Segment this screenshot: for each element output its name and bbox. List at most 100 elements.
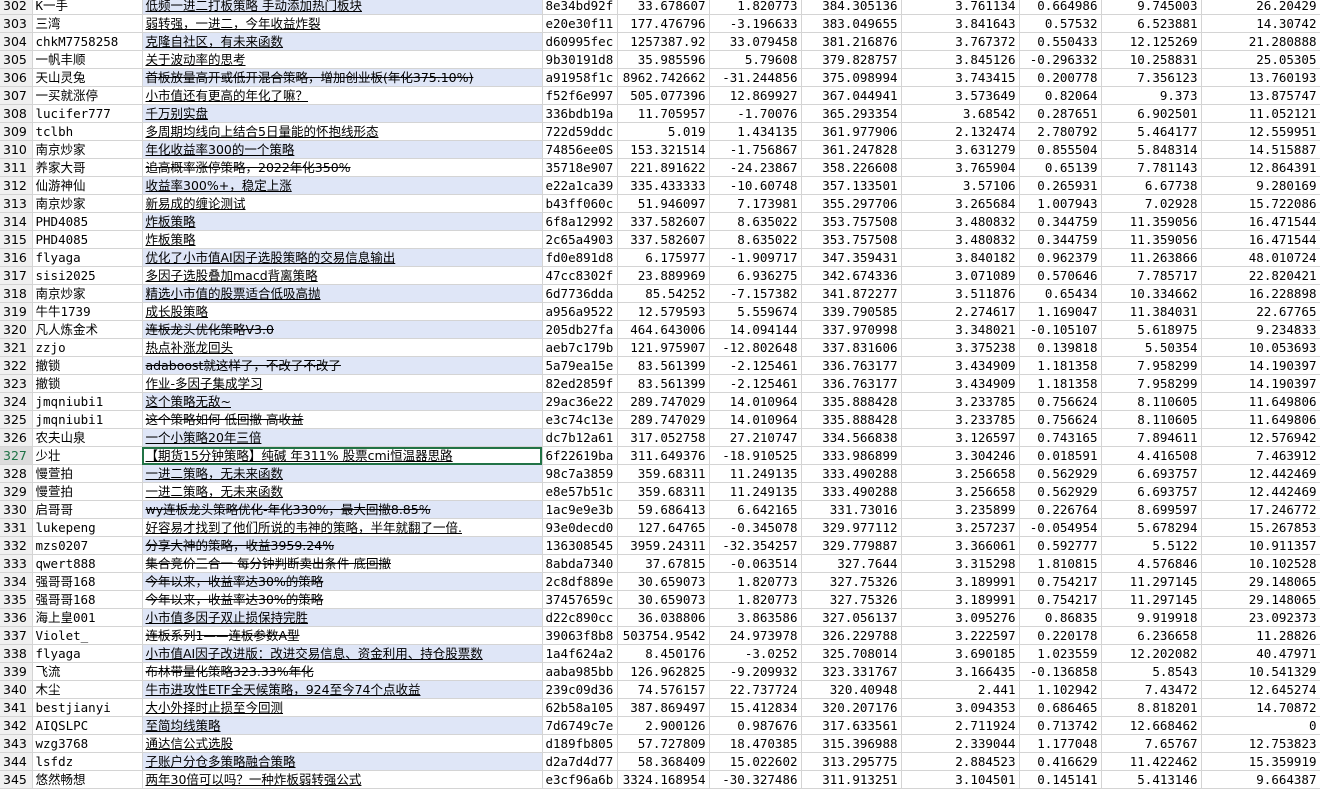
cell-value-1[interactable]: 5.019 bbox=[617, 122, 710, 141]
cell-value-7[interactable]: 15.722086 bbox=[1201, 194, 1320, 213]
cell-value-7[interactable]: 12.645274 bbox=[1201, 680, 1320, 699]
cell-value-5[interactable]: 1.181358 bbox=[1019, 356, 1102, 375]
cell-value-2[interactable]: -9.209932 bbox=[709, 662, 802, 681]
cell-value-4[interactable]: 2.274617 bbox=[901, 302, 1020, 321]
cell-value-6[interactable]: 9.373 bbox=[1101, 86, 1202, 105]
table-row[interactable]: 308 lucifer777 千万别实盘 336bdb19a 11.705957 -1.7… bbox=[0, 104, 1320, 123]
cell-value-2[interactable]: -1.756867 bbox=[709, 140, 802, 159]
cell-value-6[interactable]: 12.202082 bbox=[1101, 644, 1202, 663]
cell-strategy[interactable]: 【期货15分钟策略】纯碱 年311% 股票cmi恒温器思路 bbox=[142, 446, 543, 465]
cell-value-6[interactable]: 7.43472 bbox=[1101, 680, 1202, 699]
row-header[interactable]: 322 bbox=[0, 356, 33, 375]
cell-value-6[interactable]: 11.422462 bbox=[1101, 752, 1202, 771]
cell-value-2[interactable]: 6.936275 bbox=[709, 266, 802, 285]
cell-value-4[interactable]: 3.104501 bbox=[901, 770, 1020, 789]
cell-value-2[interactable]: 33.079458 bbox=[709, 32, 802, 51]
table-row[interactable]: 313 南京炒家 新易成的缠论测试 b43ff060c 51.946097 7.17398… bbox=[0, 194, 1320, 213]
cell-value-3[interactable]: 320.40948 bbox=[801, 680, 902, 699]
cell-value-5[interactable]: 0.226764 bbox=[1019, 500, 1102, 519]
table-row[interactable]: 339 飞流 布林带量化策略323.33%年化 aaba985bb 126.962825… bbox=[0, 662, 1320, 681]
cell-code[interactable]: 62b58a105 bbox=[542, 698, 618, 717]
cell-value-6[interactable]: 5.464177 bbox=[1101, 122, 1202, 141]
cell-value-3[interactable]: 327.75326 bbox=[801, 572, 902, 591]
cell-value-2[interactable]: -3.196633 bbox=[709, 14, 802, 33]
row-header[interactable]: 321 bbox=[0, 338, 33, 357]
cell-value-4[interactable]: 3.765904 bbox=[901, 158, 1020, 177]
cell-value-2[interactable]: 24.973978 bbox=[709, 626, 802, 645]
cell-code[interactable]: fd0e891d8 bbox=[542, 248, 618, 267]
cell-value-3[interactable]: 361.977906 bbox=[801, 122, 902, 141]
cell-value-6[interactable]: 7.02928 bbox=[1101, 194, 1202, 213]
table-row[interactable]: 303 三湾 弱转强，一进二，今年收益炸裂 e20e30f11 177.476796 -3… bbox=[0, 14, 1320, 33]
table-row[interactable]: 304 chkM7758258 克隆自社区，有未来函数 d60995fec 125738… bbox=[0, 32, 1320, 51]
cell-value-1[interactable]: 30.659073 bbox=[617, 572, 710, 591]
cell-value-7[interactable]: 15.267853 bbox=[1201, 518, 1320, 537]
cell-value-5[interactable]: 0.145141 bbox=[1019, 770, 1102, 789]
cell-code[interactable]: e20e30f11 bbox=[542, 14, 618, 33]
table-row[interactable]: 302 K一手 低频一进二打板策略 手动添加热门板块 8e34bd92f 33.6786… bbox=[0, 0, 1320, 15]
cell-code[interactable]: aeb7c179b bbox=[542, 338, 618, 357]
cell-value-3[interactable]: 335.888428 bbox=[801, 392, 902, 411]
cell-value-5[interactable]: 0.562929 bbox=[1019, 464, 1102, 483]
cell-value-3[interactable]: 323.331767 bbox=[801, 662, 902, 681]
cell-value-7[interactable]: 14.70872 bbox=[1201, 698, 1320, 717]
cell-value-6[interactable]: 5.848314 bbox=[1101, 140, 1202, 159]
cell-value-6[interactable]: 7.958299 bbox=[1101, 374, 1202, 393]
cell-value-3[interactable]: 327.7644 bbox=[801, 554, 902, 573]
cell-strategy[interactable]: 小市值多因子双止损保持完胜 bbox=[142, 608, 543, 627]
cell-value-1[interactable]: 51.946097 bbox=[617, 194, 710, 213]
table-row[interactable]: 341 bestjianyi 大小外择时止损至今回测 62b58a105 387.869… bbox=[0, 698, 1320, 717]
cell-value-2[interactable]: 1.820773 bbox=[709, 590, 802, 609]
cell-value-6[interactable]: 9.745003 bbox=[1101, 0, 1202, 15]
row-header[interactable]: 303 bbox=[0, 14, 33, 33]
cell-value-2[interactable]: 15.022602 bbox=[709, 752, 802, 771]
table-row[interactable]: 345 悠然畅想 两年30倍可以吗？一种炸板弱转强公式 e3cf96a6b 3324.1… bbox=[0, 770, 1320, 789]
cell-user[interactable]: 农夫山泉 bbox=[32, 428, 143, 447]
cell-value-7[interactable]: 12.576942 bbox=[1201, 428, 1320, 447]
cell-value-5[interactable]: 1.102942 bbox=[1019, 680, 1102, 699]
cell-value-6[interactable]: 5.678294 bbox=[1101, 518, 1202, 537]
cell-code[interactable]: 1ac9e9e3b bbox=[542, 500, 618, 519]
cell-code[interactable]: 6f22619ba bbox=[542, 446, 618, 465]
cell-value-6[interactable]: 11.297145 bbox=[1101, 572, 1202, 591]
cell-value-1[interactable]: 3959.24311 bbox=[617, 536, 710, 555]
cell-value-5[interactable]: 0.86835 bbox=[1019, 608, 1102, 627]
cell-value-7[interactable]: 22.820421 bbox=[1201, 266, 1320, 285]
cell-value-6[interactable]: 8.699597 bbox=[1101, 500, 1202, 519]
cell-value-6[interactable]: 4.416508 bbox=[1101, 446, 1202, 465]
cell-value-2[interactable]: 0.987676 bbox=[709, 716, 802, 735]
cell-value-1[interactable]: 359.68311 bbox=[617, 464, 710, 483]
cell-value-4[interactable]: 3.166435 bbox=[901, 662, 1020, 681]
cell-value-6[interactable]: 11.263866 bbox=[1101, 248, 1202, 267]
cell-user[interactable]: Violet_ bbox=[32, 626, 143, 645]
cell-user[interactable]: 凡人炼金术 bbox=[32, 320, 143, 339]
table-row[interactable]: 314 PHD4085 炸板策略 6f8a12992 337.582607 8.63502… bbox=[0, 212, 1320, 231]
cell-value-1[interactable]: 289.747029 bbox=[617, 392, 710, 411]
cell-value-4[interactable]: 3.761134 bbox=[901, 0, 1020, 15]
row-header[interactable]: 302 bbox=[0, 0, 33, 15]
cell-value-1[interactable]: 83.561399 bbox=[617, 374, 710, 393]
cell-strategy[interactable]: 这个策略无敌~ bbox=[142, 392, 543, 411]
cell-value-6[interactable]: 8.818201 bbox=[1101, 698, 1202, 717]
cell-user[interactable]: chkM7758258 bbox=[32, 32, 143, 51]
cell-strategy[interactable]: 精选小市值的股票适合低吸高抛 bbox=[142, 284, 543, 303]
cell-value-7[interactable]: 9.234833 bbox=[1201, 320, 1320, 339]
cell-value-6[interactable]: 6.523881 bbox=[1101, 14, 1202, 33]
cell-value-4[interactable]: 3.68542 bbox=[901, 104, 1020, 123]
cell-value-3[interactable]: 333.490288 bbox=[801, 482, 902, 501]
row-header[interactable]: 344 bbox=[0, 752, 33, 771]
cell-user[interactable]: 南京炒家 bbox=[32, 194, 143, 213]
cell-value-5[interactable]: -0.054954 bbox=[1019, 518, 1102, 537]
cell-value-5[interactable]: 0.018591 bbox=[1019, 446, 1102, 465]
cell-value-5[interactable]: 0.265931 bbox=[1019, 176, 1102, 195]
cell-value-5[interactable]: 0.550433 bbox=[1019, 32, 1102, 51]
cell-value-3[interactable]: 375.098994 bbox=[801, 68, 902, 87]
cell-value-3[interactable]: 384.305136 bbox=[801, 0, 902, 15]
cell-value-5[interactable]: 0.686465 bbox=[1019, 698, 1102, 717]
cell-value-6[interactable]: 5.5122 bbox=[1101, 536, 1202, 555]
cell-user[interactable]: lukepeng bbox=[32, 518, 143, 537]
row-header[interactable]: 327 bbox=[0, 446, 33, 465]
cell-value-1[interactable]: 3324.168954 bbox=[617, 770, 710, 789]
cell-value-6[interactable]: 11.297145 bbox=[1101, 590, 1202, 609]
cell-value-6[interactable]: 11.359056 bbox=[1101, 230, 1202, 249]
